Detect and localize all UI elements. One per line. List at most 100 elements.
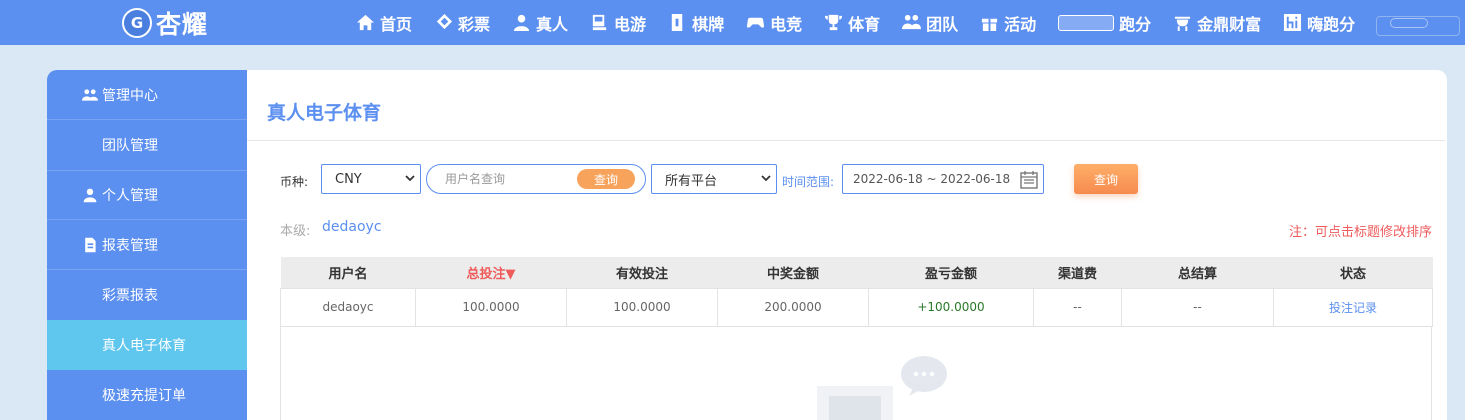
nav-label: 电竞: [770, 14, 803, 34]
page-title: 真人电子体育: [267, 102, 382, 124]
nav-item-jinding[interactable]: 金鼎财富: [1173, 11, 1261, 35]
gamepad-icon: [747, 17, 765, 28]
sidebar-item-fast-orders[interactable]: 极速充提订单: [47, 370, 247, 420]
sidebar-item-team-management[interactable]: 团队管理: [47, 120, 247, 170]
sidebar-item-report-management[interactable]: 报表管理: [47, 220, 247, 270]
nav-item-lottery[interactable]: 彩票: [434, 11, 490, 35]
nav-item-slots[interactable]: 电游: [590, 11, 646, 35]
sidebar-item-live-esports[interactable]: 真人电子体育: [47, 320, 247, 370]
user-icon: [83, 188, 97, 203]
ticket-icon: [436, 13, 453, 30]
sidebar-item-lottery-report[interactable]: 彩票报表: [47, 270, 247, 320]
brand-logo[interactable]: G 杏耀: [122, 4, 208, 42]
users-icon: [82, 88, 98, 101]
report-icon: [85, 237, 96, 252]
sidebar-item-label: 真人电子体育: [102, 338, 186, 354]
nav-label: 彩票: [458, 14, 491, 34]
nav-label: 首页: [380, 14, 413, 34]
nav-label: 金鼎财富: [1197, 14, 1262, 34]
table-header-row: 用户名 总投注▼ 有效投注 中奖金额 盈亏金额 渠道费 总结算 状态: [280, 257, 1433, 288]
column-header-sorted[interactable]: 总投注▼: [415, 257, 567, 288]
nav-item-chess[interactable]: 棋牌: [668, 11, 724, 35]
sidebar-item-label: 管理中心: [102, 87, 158, 104]
chevron-down-icon: [405, 175, 415, 182]
empty-state-illustration: [817, 356, 947, 420]
sidebar-item-label: 团队管理: [102, 138, 158, 154]
sidebar-item-label: 个人管理: [102, 188, 158, 204]
column-header[interactable]: 用户名: [280, 257, 416, 288]
nav-label: 跑分: [1119, 14, 1152, 34]
platform-value: 所有平台: [665, 173, 718, 189]
nav-item-team[interactable]: 团队: [902, 11, 958, 35]
home-icon: [356, 14, 375, 31]
search-button[interactable]: 查询: [577, 169, 635, 189]
nav-label: 电游: [614, 14, 647, 34]
calendar-icon[interactable]: [1019, 170, 1039, 190]
trophy-icon: [825, 14, 843, 31]
nav-label: 嗨跑分: [1307, 14, 1356, 34]
column-header[interactable]: 有效投注: [566, 257, 718, 288]
table-cell: --: [1121, 287, 1274, 327]
table-cell: 200.0000: [717, 287, 869, 327]
sort-note: 注：可点击标题修改排序: [1288, 225, 1432, 240]
brand-mark: G: [122, 8, 152, 38]
nav-item-runscore[interactable]: 跑分: [1058, 11, 1151, 35]
platform-select[interactable]: 所有平台: [651, 164, 777, 194]
column-header[interactable]: 中奖金额: [717, 257, 869, 288]
cauldron-icon: [1175, 16, 1191, 32]
nav-item-esports[interactable]: 电竞: [746, 11, 802, 35]
cards-icon: [671, 13, 683, 32]
currency-select[interactable]: CNY: [321, 164, 421, 194]
top-navbar: G 杏耀 首页 彩票 真人 电游 棋牌 电竞 体育 团队 活动 跑分 金鼎财富 …: [0, 0, 1465, 45]
nav-item-sports[interactable]: 体育: [824, 11, 880, 35]
sidebar-item-management-center[interactable]: 管理中心: [47, 70, 247, 120]
username-search: 查询: [426, 164, 646, 194]
sidebar-item-personal-management[interactable]: 个人管理: [47, 170, 247, 220]
gift-icon: [982, 18, 998, 32]
team-icon: [902, 14, 922, 30]
nav-label: 体育: [848, 14, 881, 34]
arcade-icon: [592, 14, 607, 31]
date-range-value: 2022-06-18 ~ 2022-06-18: [853, 172, 1011, 186]
nav-label: 活动: [1004, 14, 1037, 34]
table-cell: 100.0000: [566, 287, 718, 327]
column-header[interactable]: 总结算: [1121, 257, 1274, 288]
dealer-icon: [513, 14, 530, 32]
table-cell: dedaoyc: [280, 287, 416, 327]
column-header[interactable]: 渠道费: [1033, 257, 1122, 288]
query-button[interactable]: 查询: [1074, 164, 1138, 194]
sidebar: 管理中心 团队管理 个人管理 报表管理 彩票报表 真人电子体育 极速充提订单: [47, 70, 247, 420]
nav-label: 棋牌: [692, 14, 725, 34]
currency-value: CNY: [335, 171, 362, 187]
sidebar-item-label: 彩票报表: [102, 288, 158, 304]
chevron-down-icon: [761, 175, 771, 182]
nav-label: 团队: [926, 14, 959, 34]
divider: [247, 140, 1445, 141]
date-range-input[interactable]: 2022-06-18 ~ 2022-06-18: [842, 164, 1044, 194]
main-panel: 真人电子体育 币种: CNY 查询 所有平台 时间范围: 2022-06-18 …: [247, 70, 1447, 420]
table-row: dedaoyc 100.0000 100.0000 200.0000 +100.…: [280, 287, 1433, 327]
brand-name: 杏耀: [156, 10, 209, 39]
nav-item-hi-runscore[interactable]: 嗨跑分: [1283, 11, 1355, 35]
currency-label: 币种:: [280, 175, 309, 189]
nav-item-events[interactable]: 活动: [980, 11, 1036, 35]
nav-item-home[interactable]: 首页: [356, 11, 412, 35]
level-username[interactable]: dedaoyc: [322, 219, 382, 235]
table-cell: --: [1033, 287, 1122, 327]
bet-records-link[interactable]: 投注记录: [1273, 287, 1433, 327]
table-cell: 100.0000: [415, 287, 567, 327]
watermark-mark: [1390, 18, 1428, 28]
column-header[interactable]: 盈亏金额: [868, 257, 1034, 288]
nav-item-live[interactable]: 真人: [512, 11, 568, 35]
table-cell: +100.0000: [868, 287, 1034, 327]
sidebar-item-label: 报表管理: [102, 237, 158, 254]
main-nav: 首页 彩票 真人 电游 棋牌 电竞 体育 团队 活动 跑分 金鼎财富 嗨跑分: [356, 0, 1377, 45]
report-table: 用户名 总投注▼ 有效投注 中奖金额 盈亏金额 渠道费 总结算 状态 dedao…: [280, 257, 1433, 327]
car-icon: [1058, 14, 1115, 31]
hi-icon: [1284, 13, 1302, 32]
search-input[interactable]: [445, 172, 575, 186]
nav-label: 真人: [536, 14, 569, 34]
date-range-label: 时间范围:: [782, 175, 835, 189]
sidebar-item-label: 极速充提订单: [102, 388, 186, 404]
column-header[interactable]: 状态: [1273, 257, 1433, 288]
